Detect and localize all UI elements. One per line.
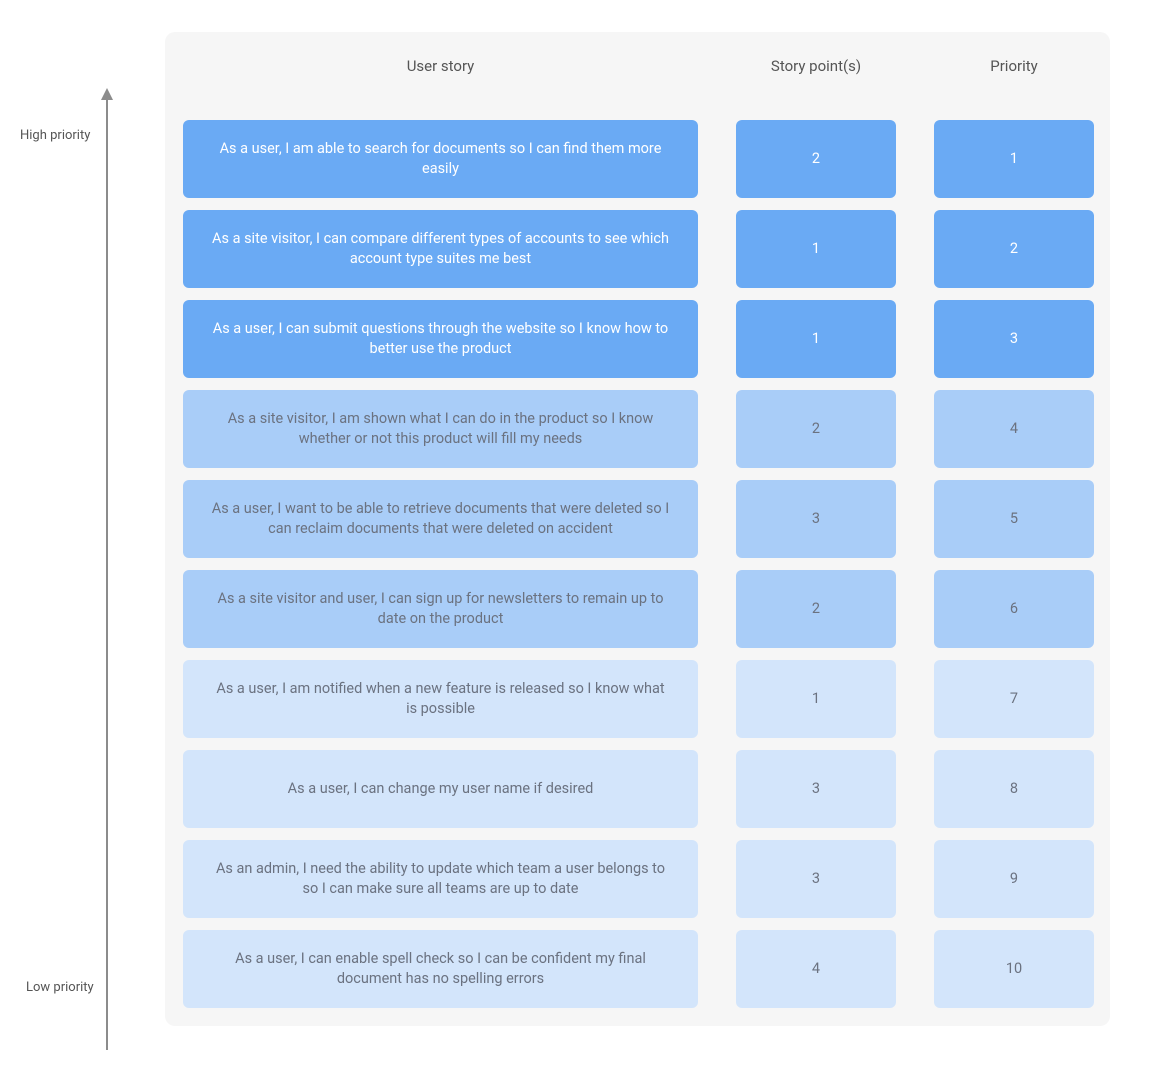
table-row: As an admin, I need the ability to updat… [183,840,1092,918]
priority-cell: 9 [934,840,1094,918]
priority-cell: 2 [934,210,1094,288]
table-row: As a user, I can change my user name if … [183,750,1092,828]
points-cell: 3 [736,840,896,918]
points-cell: 3 [736,750,896,828]
points-cell: 1 [736,300,896,378]
story-cell: As a site visitor, I can compare differe… [183,210,698,288]
story-cell: As a user, I can change my user name if … [183,750,698,828]
points-cell: 3 [736,480,896,558]
story-cell: As a site visitor, I am shown what I can… [183,390,698,468]
axis-label-high: High priority [20,128,90,143]
points-cell: 2 [736,390,896,468]
story-cell: As a site visitor and user, I can sign u… [183,570,698,648]
table-row: As a user, I am able to search for docum… [183,120,1092,198]
table-header-row: User story Story point(s) Priority [183,47,1092,85]
priority-cell: 10 [934,930,1094,1008]
header-story-points: Story point(s) [736,47,896,85]
priority-cell: 1 [934,120,1094,198]
axis-label-low: Low priority [26,980,94,995]
story-cell: As a user, I am notified when a new feat… [183,660,698,738]
table-body: As a user, I am able to search for docum… [183,120,1092,1008]
priority-cell: 8 [934,750,1094,828]
table-row: As a site visitor, I can compare differe… [183,210,1092,288]
points-cell: 1 [736,660,896,738]
story-cell: As a user, I can enable spell check so I… [183,930,698,1008]
priority-cell: 6 [934,570,1094,648]
story-cell: As a user, I want to be able to retrieve… [183,480,698,558]
story-cell: As a user, I am able to search for docum… [183,120,698,198]
priority-cell: 7 [934,660,1094,738]
header-user-story: User story [183,47,698,85]
backlog-table: User story Story point(s) Priority As a … [165,32,1110,1026]
table-row: As a user, I am notified when a new feat… [183,660,1092,738]
header-priority: Priority [934,47,1094,85]
priority-cell: 4 [934,390,1094,468]
priority-axis-arrow [106,90,108,1050]
points-cell: 4 [736,930,896,1008]
table-row: As a site visitor and user, I can sign u… [183,570,1092,648]
table-row: As a site visitor, I am shown what I can… [183,390,1092,468]
table-row: As a user, I want to be able to retrieve… [183,480,1092,558]
table-row: As a user, I can submit questions throug… [183,300,1092,378]
table-row: As a user, I can enable spell check so I… [183,930,1092,1008]
priority-cell: 3 [934,300,1094,378]
story-cell: As an admin, I need the ability to updat… [183,840,698,918]
priority-cell: 5 [934,480,1094,558]
points-cell: 1 [736,210,896,288]
points-cell: 2 [736,120,896,198]
story-cell: As a user, I can submit questions throug… [183,300,698,378]
points-cell: 2 [736,570,896,648]
